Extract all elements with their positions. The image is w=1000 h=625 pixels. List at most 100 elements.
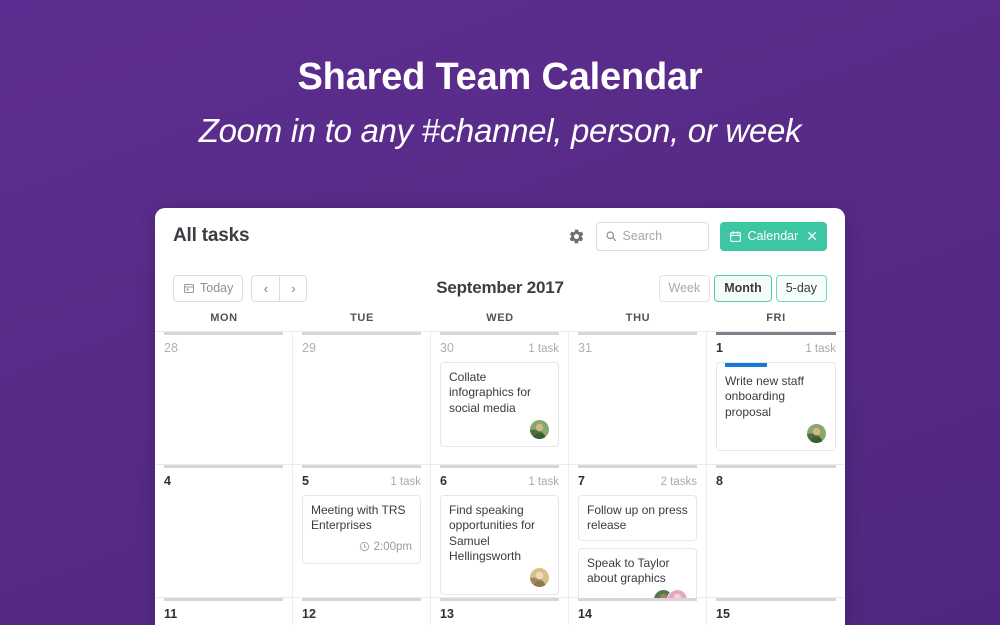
day-number: 29 <box>302 341 316 355</box>
today-button-label: Today <box>200 281 234 295</box>
view-button-5-day[interactable]: 5-day <box>775 274 827 302</box>
day-cell[interactable]: 31 <box>569 332 707 465</box>
day-cell[interactable]: 4 <box>155 465 293 598</box>
weekday-header-row: MON TUE WED THU FRI <box>155 312 845 331</box>
day-number: 6 <box>440 474 447 488</box>
task-time: 2:00pm <box>359 541 412 553</box>
view-button-month[interactable]: Month <box>714 274 772 302</box>
day-top-bar <box>716 465 836 468</box>
task-footer <box>725 423 827 445</box>
clock-icon <box>359 542 369 552</box>
prev-month-button[interactable]: ‹ <box>252 275 280 301</box>
avatar[interactable] <box>806 423 827 445</box>
view-toggle-group: Week Month 5-day <box>658 274 827 302</box>
day-cell[interactable]: 29 <box>293 332 431 465</box>
calendar-icon <box>729 230 741 242</box>
day-top-bar <box>716 598 836 601</box>
task-count-label: 1 task <box>528 343 559 355</box>
day-top-bar <box>440 598 559 601</box>
weekday-label-thu: THU <box>625 312 651 324</box>
task-card[interactable]: Follow up on press release <box>578 495 697 541</box>
calendar-filter-pill[interactable]: Calendar ✕ <box>719 221 827 251</box>
weekday-label-fri: FRI <box>766 312 786 324</box>
day-cell[interactable]: 8 <box>707 465 845 598</box>
day-cell[interactable]: 7 2 tasks Follow up on press release Speak … <box>569 465 707 618</box>
day-top-bar <box>164 598 283 601</box>
day-cell[interactable]: 14 <box>569 598 707 625</box>
day-top-bar <box>578 465 697 468</box>
day-header: 1 1 task <box>716 332 836 355</box>
task-count-label: 1 task <box>528 476 559 488</box>
close-icon[interactable]: ✕ <box>806 229 818 243</box>
day-header: 13 <box>440 598 559 621</box>
avatar[interactable] <box>529 567 550 589</box>
day-header: 8 <box>716 465 836 488</box>
task-title: Write new staff onboarding proposal <box>725 374 804 419</box>
day-top-bar <box>302 332 421 335</box>
next-month-button[interactable]: › <box>279 275 307 301</box>
weekday-label-tue: TUE <box>350 312 374 324</box>
day-top-bar <box>578 332 697 335</box>
day-number: 13 <box>440 607 454 621</box>
task-count-label: 2 tasks <box>660 476 697 488</box>
weekday-label-mon: MON <box>210 312 238 324</box>
day-number: 15 <box>716 607 730 621</box>
task-card[interactable]: Collate infographics for social media <box>440 362 559 448</box>
day-number: 4 <box>164 474 171 488</box>
avatar[interactable] <box>529 419 550 441</box>
day-top-bar <box>302 598 421 601</box>
hero-subtitle: Zoom in to any #channel, person, or week <box>198 111 802 149</box>
app-header: All tasks Search Calendar ✕ <box>155 208 845 264</box>
day-header: 4 <box>164 465 283 488</box>
day-cell[interactable]: 1 1 task Write new staff onboarding propos… <box>707 332 845 465</box>
weekday-label-wed: WED <box>486 312 514 324</box>
view-button-week[interactable]: Week <box>658 274 711 302</box>
day-top-bar <box>164 332 283 335</box>
day-top-bar <box>440 465 559 468</box>
calendar-icon <box>184 284 194 293</box>
assignee-avatars <box>806 423 827 445</box>
task-count-label: 1 task <box>390 476 421 488</box>
day-number: 7 <box>578 474 585 488</box>
day-number: 11 <box>164 607 178 621</box>
hero-section: Shared Team Calendar Zoom in to any #cha… <box>0 0 1000 150</box>
hero-title: Shared Team Calendar <box>297 56 703 98</box>
gear-icon[interactable] <box>568 228 585 245</box>
search-box[interactable] <box>595 221 709 251</box>
day-header: 14 <box>578 598 697 621</box>
day-number: 30 <box>440 341 454 355</box>
assignee-avatars <box>529 567 550 589</box>
day-cell[interactable]: 30 1 task Collate infographics for social … <box>431 332 569 465</box>
task-title: Meeting with TRS Enterprises <box>311 503 406 533</box>
calendar-toolbar: Today ‹ › September 2017 Week Month 5-day <box>155 264 845 312</box>
task-title: Collate infographics for social media <box>449 370 532 415</box>
month-nav-group: ‹ › <box>251 274 308 302</box>
day-cell[interactable]: 28 <box>155 332 293 465</box>
day-number: 14 <box>578 607 592 621</box>
task-card[interactable]: Meeting with TRS Enterprises 2:00pm <box>302 495 421 564</box>
day-cell[interactable]: 12 <box>293 598 431 625</box>
day-header: 7 2 tasks <box>578 465 697 488</box>
calendar-filter-label: Calendar <box>747 229 799 243</box>
day-header: 5 1 task <box>302 465 421 488</box>
task-title: Follow up on press release <box>587 503 688 533</box>
day-cell[interactable]: 13 <box>431 598 569 625</box>
task-footer <box>449 567 550 589</box>
day-cell[interactable]: 6 1 task Find speaking opportunities for S… <box>431 465 569 598</box>
day-cell[interactable]: 15 <box>707 598 845 625</box>
day-header: 15 <box>716 598 836 621</box>
day-header: 11 <box>164 598 283 621</box>
task-title: Speak to Taylor about graphics <box>587 555 670 586</box>
day-cell[interactable]: 5 1 task Meeting with TRS Enterprises 2:00p… <box>293 465 431 598</box>
search-input[interactable] <box>622 229 700 243</box>
day-header: 29 <box>302 332 421 355</box>
calendar-app-panel: All tasks Search Calendar ✕ Today ‹ › Se… <box>155 208 845 625</box>
task-card[interactable]: Find speaking opportunities for Samuel H… <box>440 495 559 596</box>
day-header: 28 <box>164 332 283 355</box>
day-number: 8 <box>716 474 723 488</box>
day-number: 28 <box>164 341 178 355</box>
today-button[interactable]: Today <box>173 274 244 302</box>
day-cell[interactable]: 11 <box>155 598 293 625</box>
task-title: Find speaking opportunities for Samuel H… <box>449 503 536 564</box>
task-card[interactable]: Write new staff onboarding proposal <box>716 362 836 452</box>
